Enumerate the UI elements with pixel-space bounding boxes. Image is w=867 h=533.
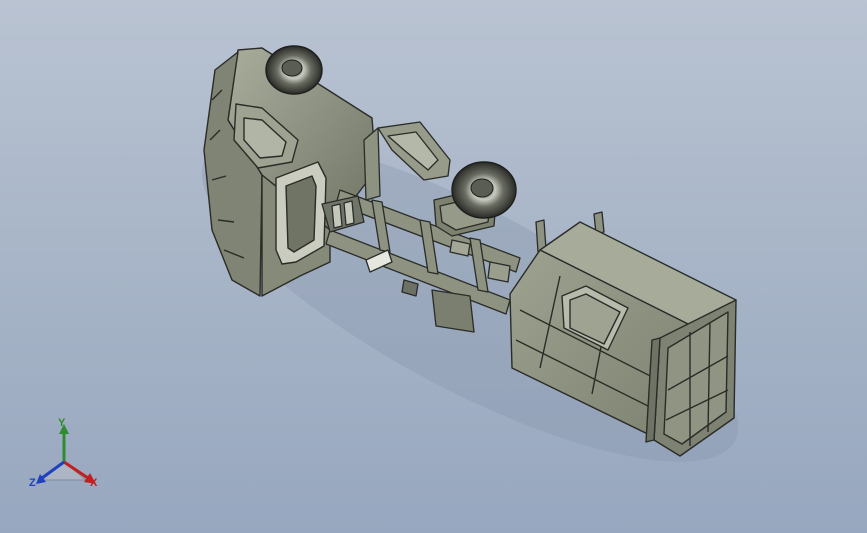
orientation-triad[interactable]: Y X Z xyxy=(22,418,108,494)
axis-y-label: Y xyxy=(58,417,66,429)
axis-x-label: X xyxy=(90,477,98,489)
truck-model-icon[interactable] xyxy=(0,0,867,533)
rear-wheel xyxy=(451,161,517,219)
axis-z-label: Z xyxy=(29,477,36,489)
cad-viewport[interactable]: Y X Z xyxy=(0,0,867,533)
front-wheel xyxy=(265,45,323,95)
